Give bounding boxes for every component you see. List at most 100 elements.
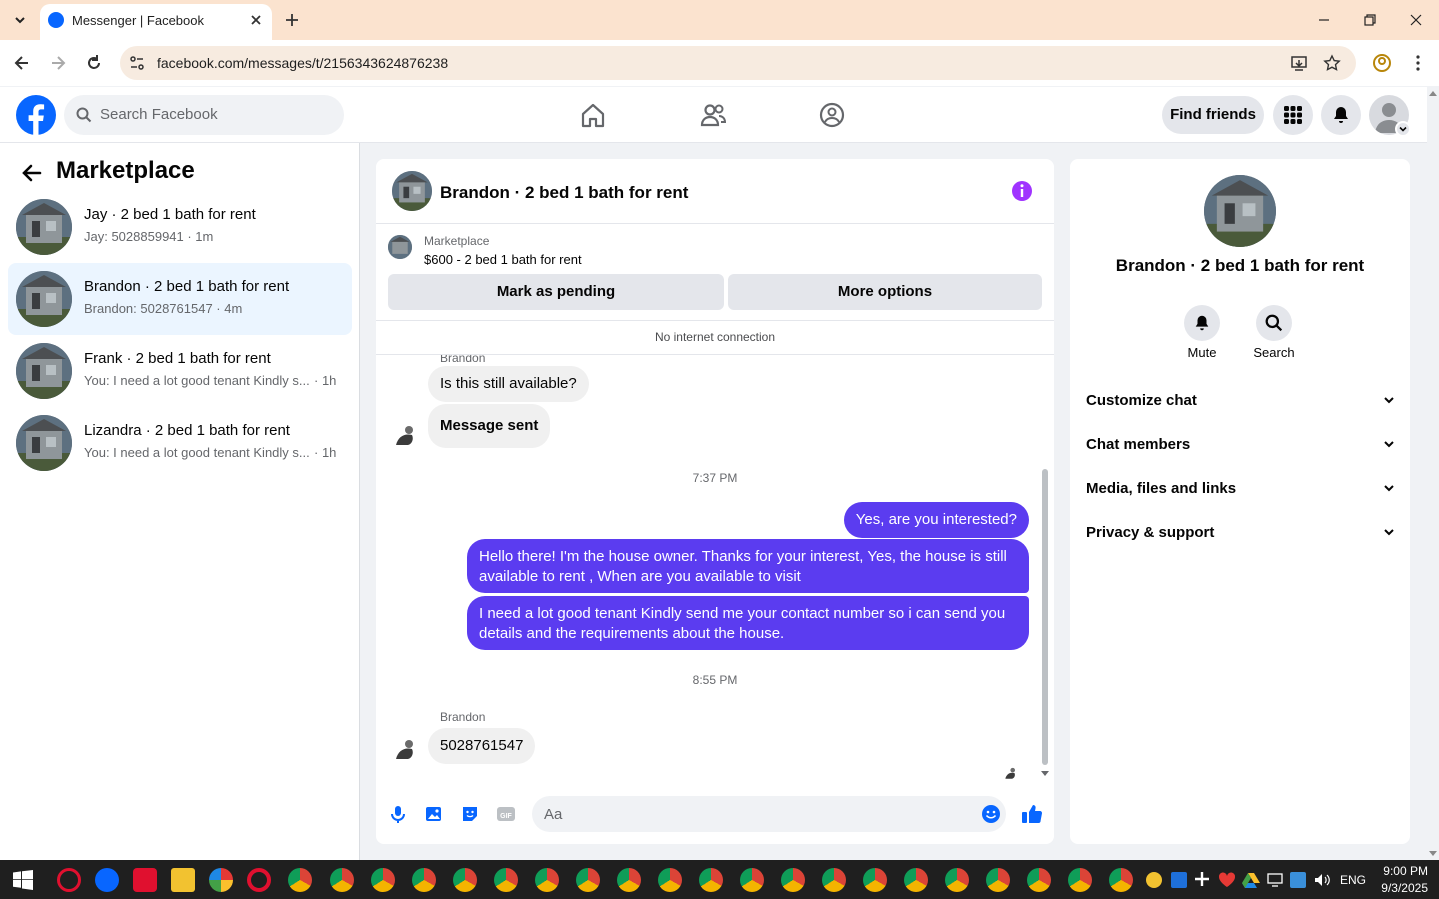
message-input[interactable]: Aa [532,796,1006,832]
friends-icon[interactable] [698,100,728,130]
chrome-profile-icon[interactable] [863,868,887,892]
restore-icon[interactable] [1362,12,1378,28]
language-indicator[interactable]: ENG [1340,873,1366,887]
conversation-item[interactable]: Frank · 2 bed 1 bath for rent You: I nee… [8,335,352,407]
incoming-message[interactable]: Is this still available? [428,366,589,402]
sticker-icon[interactable] [460,804,480,824]
chrome-profile-icon[interactable] [740,868,764,892]
volume-icon[interactable] [1313,872,1331,888]
reload-icon[interactable] [84,53,104,73]
facebook-logo-icon[interactable] [16,95,56,135]
more-options-button[interactable]: More options [728,274,1042,310]
chrome-profile-icon[interactable] [576,868,600,892]
page-scrollbar[interactable] [1427,87,1439,860]
scroll-down-arrow-icon[interactable] [1039,770,1051,778]
new-tab-icon[interactable] [283,11,301,29]
mark-as-pending-button[interactable]: Mark as pending [388,274,724,310]
chat-title[interactable]: Brandon · 2 bed 1 bath for rent [440,183,688,203]
windows-start-icon[interactable] [12,869,34,891]
profile-picture[interactable] [1204,175,1276,247]
chrome-profile-icon[interactable] [453,868,477,892]
media-files-links-section[interactable]: Media, files and links [1086,475,1396,503]
chrome-profile-icon[interactable] [330,868,354,892]
thumbs-up-icon[interactable] [1020,802,1044,826]
outgoing-message[interactable]: Yes, are you interested? [843,502,1029,538]
close-window-icon[interactable] [1408,12,1424,28]
browser-tab[interactable]: Messenger | Facebook [40,4,272,40]
account-chevron-icon[interactable] [1395,121,1411,137]
facebook-app-icon[interactable] [95,868,119,892]
microphone-icon[interactable] [388,804,408,824]
home-icon[interactable] [578,100,608,130]
chrome-profile-icon[interactable] [699,868,723,892]
incoming-message[interactable]: 5028761547 [428,728,536,764]
opera-icon[interactable] [247,868,271,892]
site-info-icon[interactable] [128,54,146,72]
forward-icon[interactable] [48,53,68,73]
tray-drive-icon[interactable] [1242,872,1260,888]
conversation-item[interactable]: Lizandra · 2 bed 1 bath for rent You: I … [8,407,352,479]
emoji-icon[interactable] [981,804,1001,824]
clock-time[interactable]: 9:00 PM [1376,864,1428,878]
tray-plus-icon[interactable] [1192,869,1212,889]
outgoing-message[interactable]: I need a lot good tenant Kindly send me … [467,596,1029,650]
minimize-icon[interactable] [1316,12,1332,28]
notifications-button[interactable] [1321,95,1361,135]
menu-grid-button[interactable] [1273,95,1313,135]
chrome-profile-icon[interactable] [781,868,805,892]
photo-icon[interactable] [424,804,444,824]
customize-chat-section[interactable]: Customize chat [1086,387,1396,415]
groups-icon[interactable] [817,100,847,130]
chat-scrollbar-thumb[interactable] [1042,469,1048,765]
file-explorer-icon[interactable] [171,868,195,892]
profile-icon[interactable] [1372,53,1392,73]
tab-search-button[interactable] [10,10,30,30]
chrome-profile-icon[interactable] [945,868,969,892]
address-bar[interactable]: facebook.com/messages/t/2156343624876238 [120,46,1356,80]
clock-date[interactable]: 9/3/2025 [1372,881,1428,895]
sender-avatar[interactable] [392,735,420,763]
close-tab-icon[interactable] [248,12,264,28]
listing-title[interactable]: $600 - 2 bed 1 bath for rent [424,252,582,267]
back-icon[interactable] [12,53,32,73]
chat-avatar[interactable] [392,171,432,211]
conversation-item-active[interactable]: Brandon · 2 bed 1 bath for rent Brandon:… [8,263,352,335]
conversation-item[interactable]: Jay · 2 bed 1 bath for rent Jay: 5028859… [8,191,352,263]
gif-icon[interactable]: GIF [496,804,516,824]
back-arrow-icon[interactable] [20,161,44,185]
chrome-profile-icon[interactable] [412,868,436,892]
search-in-chat-button[interactable] [1256,305,1292,341]
chrome-profile-icon[interactable] [1027,868,1051,892]
chrome-profile-icon[interactable] [535,868,559,892]
mute-button[interactable] [1184,305,1220,341]
install-app-icon[interactable] [1290,54,1308,72]
chrome-profile-icon[interactable] [1068,868,1092,892]
opera-gx-icon[interactable] [57,868,81,892]
chrome-profile-icon[interactable] [494,868,518,892]
sender-avatar[interactable] [392,421,420,449]
url-text[interactable]: facebook.com/messages/t/2156343624876238 [157,55,448,71]
chrome-profile-icon[interactable] [904,868,928,892]
chrome-icon[interactable] [288,868,312,892]
outgoing-message[interactable]: Hello there! I'm the house owner. Thanks… [467,539,1029,593]
incoming-message[interactable]: Message sent [428,404,551,448]
tray-app-icon[interactable] [1146,872,1162,888]
tray-info-icon[interactable] [1171,872,1187,888]
wps-office-icon[interactable] [133,868,157,892]
browser-menu-icon[interactable] [1410,53,1426,73]
chrome-profile-icon[interactable] [986,868,1010,892]
privacy-support-section[interactable]: Privacy & support [1086,519,1396,547]
tray-heart-icon[interactable] [1218,872,1236,888]
chrome-profile-icon[interactable] [822,868,846,892]
tray-display-icon[interactable] [1290,872,1306,888]
chrome-profile-icon[interactable] [617,868,641,892]
find-friends-button[interactable]: Find friends [1162,96,1264,134]
bookmark-star-icon[interactable] [1323,54,1341,72]
chrome-profile-icon[interactable] [658,868,682,892]
info-icon[interactable] [1010,179,1034,203]
facebook-search-input[interactable]: Search Facebook [64,95,344,135]
tray-network-icon[interactable] [1266,872,1284,888]
chrome-profile-icon[interactable] [1109,868,1133,892]
chrome-profile-icon[interactable] [371,868,395,892]
chat-members-section[interactable]: Chat members [1086,431,1396,459]
